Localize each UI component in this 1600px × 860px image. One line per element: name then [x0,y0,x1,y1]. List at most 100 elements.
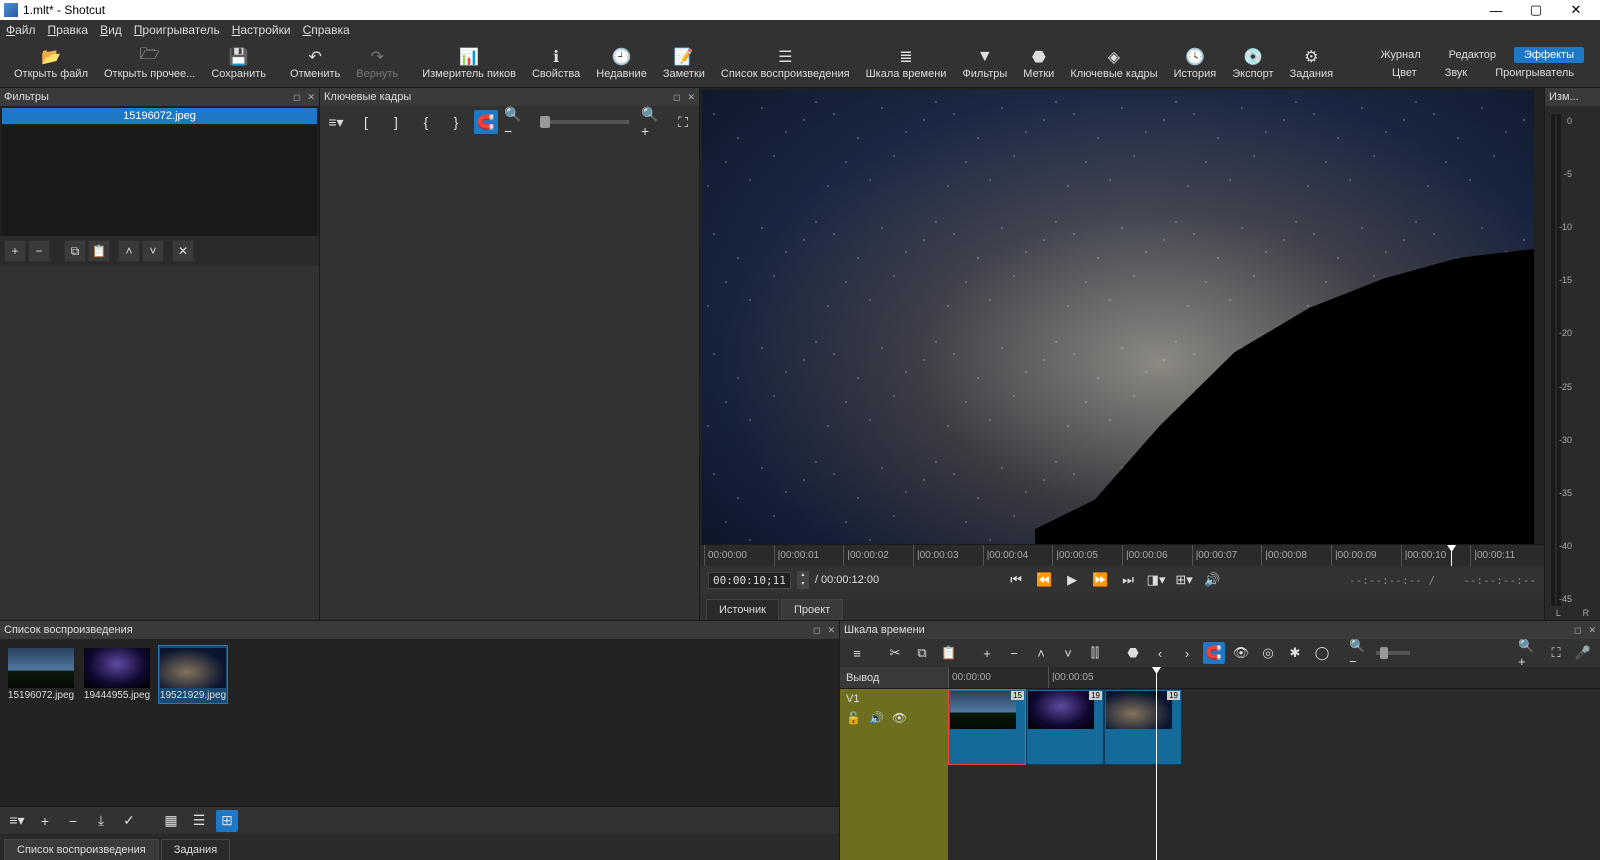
open-other-button[interactable]: 🗁Открыть прочее... [96,41,203,87]
tl-prev-marker-button[interactable]: ‹ [1149,642,1171,664]
tl-remove-button[interactable]: − [1003,642,1025,664]
playlist-button[interactable]: ☰Список воспроизведения [713,41,858,87]
timeline-clip[interactable]: 19 [1026,689,1104,765]
kf-zoom-in-button[interactable]: 🔍+ [641,110,665,134]
tl-zoom-in-button[interactable]: 🔍+ [1518,642,1540,664]
filters-button[interactable]: ▼Фильтры [954,41,1015,87]
tl-output-label[interactable]: Вывод [840,667,948,689]
tl-marker-button[interactable]: ⬣ [1122,642,1144,664]
playlist-undock-icon[interactable]: ◻ [813,625,820,636]
menu-edit[interactable]: Правка [48,23,89,37]
kf-bracket-close-icon[interactable]: ] [384,110,408,134]
tl-snap-button[interactable]: 🧲 [1203,642,1225,664]
timeline-clip[interactable]: 15 [948,689,1026,765]
tab-jobs[interactable]: Задания [161,839,230,860]
preview-ruler[interactable]: 00:00:00 |00:00:01 |00:00:02 |00:00:03 |… [700,544,1544,566]
tl-append-button[interactable]: + [976,642,998,664]
tl-ripple-markers-button[interactable]: ◯ [1311,642,1333,664]
export-button[interactable]: 💿Экспорт [1224,41,1281,87]
jobs-button[interactable]: ⚙Задания [1282,41,1341,87]
filters-close-icon[interactable]: ✕ [307,92,315,103]
tl-lift-down-button[interactable]: ˅ [1057,642,1079,664]
volume-button[interactable]: 🔊 [1201,569,1223,591]
timeline-button[interactable]: ≣Шкала времени [858,41,955,87]
preview-viewport[interactable] [702,90,1534,544]
tl-cut-button[interactable]: ✂ [884,642,906,664]
redo-button[interactable]: ↷Вернуть [348,41,406,87]
maximize-button[interactable]: ▢ [1516,2,1556,18]
recent-button[interactable]: 🕘Недавние [588,41,655,87]
tl-lift-up-button[interactable]: ˄ [1030,642,1052,664]
pl-update-button[interactable]: ⤓ [90,810,112,832]
tl-scrub-button[interactable]: 👁 [1230,642,1252,664]
tl-copy-button[interactable]: ⧉ [911,642,933,664]
pl-menu-button[interactable]: ≡▾ [6,810,28,832]
tl-record-button[interactable]: 🎤 [1572,642,1594,664]
current-time-input[interactable]: 00:00:10;11 [708,572,791,589]
tab-playlist[interactable]: Список воспроизведения [4,839,159,860]
keyframes-area[interactable] [320,138,699,620]
layout-log[interactable]: Журнал [1370,47,1430,63]
open-file-button[interactable]: 📂Открыть файл [6,41,96,87]
tl-track-header[interactable]: V1 🔓 🔊 👁 [840,689,948,860]
kf-brace-open-icon[interactable]: { [414,110,438,134]
keyframes-button[interactable]: ◈Ключевые кадры [1062,41,1165,87]
playlist-body[interactable]: 15196072.jpeg 19444955.jpeg 19521929.jpe… [0,639,839,806]
filter-remove-button[interactable]: − [28,240,50,262]
layout-audio[interactable]: Звук [1435,65,1478,81]
pl-add-button[interactable]: + [34,810,56,832]
properties-button[interactable]: ℹСвойства [524,41,588,87]
tl-ripple-all-button[interactable]: ✱ [1284,642,1306,664]
time-spinner[interactable]: ▴▾ [797,571,809,589]
skip-prev-button[interactable]: ⏮ [1005,569,1027,591]
timeline-track[interactable]: 15 19 19 [948,689,1600,860]
tl-zoom-slider[interactable] [1376,651,1410,655]
tl-hide-icon[interactable]: 👁 [892,711,907,725]
menu-view[interactable]: Вид [100,23,122,37]
tl-zoom-fit-button[interactable]: ⛶ [1545,642,1567,664]
filter-down-button[interactable]: ˅ [142,240,164,262]
tl-ripple-button[interactable]: ◎ [1257,642,1279,664]
preview-playhead[interactable] [1451,545,1452,566]
timeline-undock-icon[interactable]: ◻ [1574,625,1581,636]
layout-effects[interactable]: Эффекты [1514,47,1584,63]
kf-menu-button[interactable]: ≡▾ [324,110,348,134]
kf-zoom-out-button[interactable]: 🔍− [504,110,528,134]
kf-zoom-fit-button[interactable]: ⛶ [671,110,695,134]
minimize-button[interactable]: — [1476,3,1516,18]
layout-color[interactable]: Цвет [1382,65,1427,81]
close-button[interactable]: ✕ [1556,2,1596,18]
playlist-item[interactable]: 19521929.jpeg [158,645,228,704]
save-button[interactable]: 💾Сохранить [203,41,274,87]
filter-deselect-button[interactable]: ✕ [172,240,194,262]
tl-menu-button[interactable]: ≡ [846,642,868,664]
tl-zoom-out-button[interactable]: 🔍− [1349,642,1371,664]
layout-player[interactable]: Проигрыватель [1485,65,1584,81]
zoom-mode-button[interactable]: ◨▾ [1145,569,1167,591]
filters-undock-icon[interactable]: ◻ [293,92,300,103]
skip-next-button[interactable]: ⏭ [1117,569,1139,591]
playlist-close-icon[interactable]: ✕ [827,625,835,636]
tl-next-marker-button[interactable]: › [1176,642,1198,664]
filter-selected-clip[interactable]: 15196072.jpeg [2,108,317,124]
kf-zoom-slider[interactable] [540,120,629,124]
filter-add-button[interactable]: + [4,240,26,262]
pl-view-list-button[interactable]: ☰ [188,810,210,832]
tl-lock-icon[interactable]: 🔓 [846,711,861,725]
pl-check-button[interactable]: ✓ [118,810,140,832]
tab-source[interactable]: Источник [706,599,779,620]
layout-editor[interactable]: Редактор [1439,47,1506,63]
playlist-item[interactable]: 19444955.jpeg [82,645,152,704]
peak-meter-button[interactable]: 📊Измеритель пиков [414,41,524,87]
menu-settings[interactable]: Настройки [232,23,291,37]
tl-mute-icon[interactable]: 🔊 [869,711,884,725]
undo-button[interactable]: ↶Отменить [282,41,348,87]
rewind-button[interactable]: ⏪ [1033,569,1055,591]
forward-button[interactable]: ⏩ [1089,569,1111,591]
timeline-close-icon[interactable]: ✕ [1588,625,1596,636]
markers-button[interactable]: ⬣Метки [1015,41,1062,87]
filter-copy-button[interactable]: ⧉ [64,240,86,262]
menu-player[interactable]: Проигрыватель [134,23,220,37]
kf-bracket-open-icon[interactable]: [ [354,110,378,134]
playlist-item[interactable]: 15196072.jpeg [6,645,76,704]
